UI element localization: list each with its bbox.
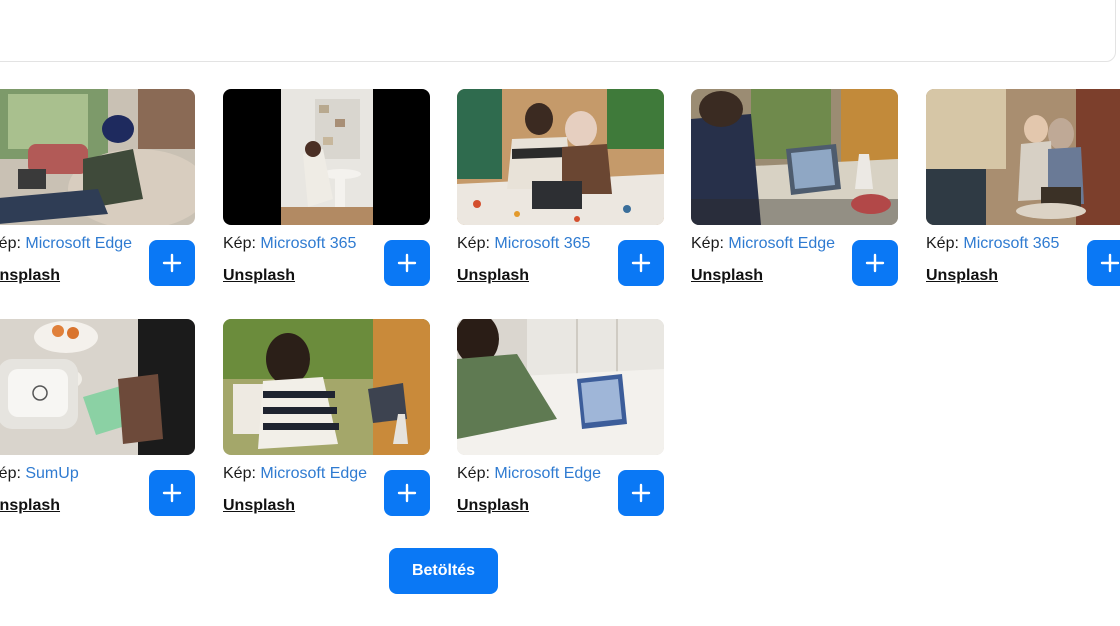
plus-icon — [397, 253, 417, 273]
image-thumbnail[interactable] — [926, 89, 1120, 225]
image-card: Kép: Microsoft Edge Unsplash — [0, 89, 196, 286]
image-credit: Kép: Microsoft 365 — [926, 235, 1060, 252]
image-credit: Kép: Microsoft 365 — [457, 235, 591, 252]
image-card: Kép: Microsoft Edge Unsplash — [457, 319, 665, 516]
author-link[interactable]: Microsoft Edge — [494, 465, 601, 482]
add-image-button[interactable] — [149, 240, 195, 286]
image-credit: Kép: Microsoft Edge — [691, 235, 836, 252]
add-image-button[interactable] — [618, 470, 664, 516]
plus-icon — [397, 483, 417, 503]
image-thumbnail[interactable] — [0, 89, 195, 225]
add-image-button[interactable] — [1087, 240, 1120, 286]
author-link[interactable]: Microsoft 365 — [494, 235, 590, 252]
plus-icon — [631, 253, 651, 273]
image-credit: Kép: Microsoft Edge — [457, 465, 602, 482]
source-link[interactable]: Unsplash — [457, 497, 529, 515]
woman-on-sofa-with-laptop-photo — [0, 89, 195, 225]
plus-icon — [162, 483, 182, 503]
source-link[interactable]: Unsplash — [0, 497, 60, 515]
source-link[interactable]: Unsplash — [223, 267, 295, 285]
image-credit: Kép: Microsoft Edge — [223, 465, 368, 482]
author-link[interactable]: Microsoft Edge — [25, 235, 132, 252]
card-payment-terminal-photo — [0, 319, 195, 455]
image-card: Kép: Microsoft 365 Unsplash — [926, 89, 1120, 286]
image-card: Kép: Microsoft Edge Unsplash — [223, 319, 431, 516]
two-women-at-laptop-photo — [457, 89, 664, 225]
source-link[interactable]: Unsplash — [457, 267, 529, 285]
image-card: Kép: Microsoft 365 Unsplash — [223, 89, 431, 286]
image-card: Kép: Microsoft Edge Unsplash — [691, 89, 899, 286]
plus-icon — [631, 483, 651, 503]
woman-with-tablet-photo — [691, 89, 898, 225]
author-link[interactable]: Microsoft 365 — [963, 235, 1059, 252]
add-image-button[interactable] — [384, 240, 430, 286]
person-in-white-room-photo — [223, 89, 430, 225]
author-link[interactable]: Microsoft Edge — [260, 465, 367, 482]
plus-icon — [1100, 253, 1120, 273]
image-credit: Kép: SumUp — [0, 465, 79, 482]
author-link[interactable]: SumUp — [25, 465, 78, 482]
add-image-button[interactable] — [852, 240, 898, 286]
image-thumbnail[interactable] — [223, 89, 430, 225]
image-thumbnail[interactable] — [691, 89, 898, 225]
image-card: Kép: SumUp Unsplash — [0, 319, 196, 516]
source-link[interactable]: Unsplash — [926, 267, 998, 285]
author-link[interactable]: Microsoft Edge — [728, 235, 835, 252]
image-thumbnail[interactable] — [457, 319, 664, 455]
image-thumbnail[interactable] — [223, 319, 430, 455]
man-in-bed-with-tablet-photo — [457, 319, 664, 455]
image-card: Kép: Microsoft 365 Unsplash — [457, 89, 665, 286]
image-credit: Kép: Microsoft 365 — [223, 235, 357, 252]
load-more-button[interactable]: Betöltés — [389, 548, 498, 594]
source-link[interactable]: Unsplash — [691, 267, 763, 285]
add-image-button[interactable] — [149, 470, 195, 516]
search-input[interactable] — [0, 0, 1116, 62]
plus-icon — [162, 253, 182, 273]
plus-icon — [865, 253, 885, 273]
add-image-button[interactable] — [618, 240, 664, 286]
add-image-button[interactable] — [384, 470, 430, 516]
image-credit: Kép: Microsoft Edge — [0, 235, 133, 252]
image-picker-page: Kép: Microsoft Edge Unsplash Kép: — [0, 0, 1120, 626]
source-link[interactable]: Unsplash — [0, 267, 60, 285]
image-thumbnail[interactable] — [0, 319, 195, 455]
woman-striped-sweater-tablet-photo — [223, 319, 430, 455]
source-link[interactable]: Unsplash — [223, 497, 295, 515]
image-thumbnail[interactable] — [457, 89, 664, 225]
two-women-at-cafe-photo — [926, 89, 1120, 225]
author-link[interactable]: Microsoft 365 — [260, 235, 356, 252]
